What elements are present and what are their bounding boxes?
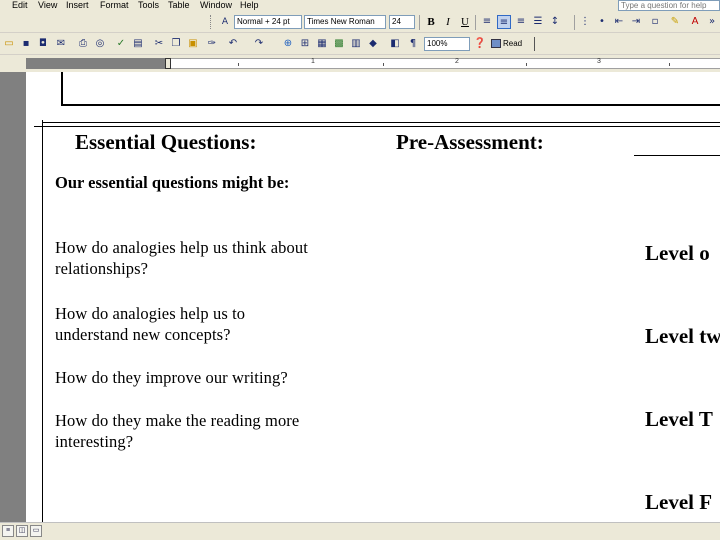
ruler-tick [383,63,384,66]
research-icon[interactable]: ▤ [131,37,145,51]
bold-button[interactable]: B [424,15,438,29]
border-icon[interactable]: ▫ [648,15,662,29]
level-label: Level F [645,490,713,514]
font-size-combo[interactable]: 24 [389,15,415,29]
font-color-icon[interactable]: A [688,15,702,29]
previous-table-box [61,72,720,106]
paste-icon[interactable]: ▣ [186,37,200,51]
open-icon[interactable]: ▭ [2,37,16,51]
ruler-number: 1 [311,58,315,65]
align-left-icon[interactable]: ≡ [480,15,494,29]
format-painter-icon[interactable]: ✑ [205,37,219,51]
undo-icon[interactable]: ↶ [226,37,240,51]
permission-icon[interactable]: ◘ [36,37,50,51]
help-icon[interactable]: ❓ [473,37,487,51]
numbering-icon[interactable]: ⋮ [578,15,592,29]
tables-borders-icon[interactable]: ⊞ [298,37,312,51]
toolbar-end[interactable] [534,37,537,51]
normal-view-icon[interactable]: ≡ [2,525,14,537]
align-center-icon[interactable]: ≡ [497,15,511,29]
menu-edit[interactable]: Edit [12,0,28,11]
save-icon[interactable]: ▪ [19,37,33,51]
ruler-number: 2 [455,58,459,65]
menu-tools[interactable]: Tools [138,0,159,11]
spelling-icon[interactable]: ✓ [114,37,128,51]
zoom-combo[interactable]: 100% [424,37,470,51]
toolbar-options-icon[interactable]: » [705,15,719,29]
question-item: How do analogies help us think about rel… [55,238,308,278]
decrease-indent-icon[interactable]: ⇤ [612,15,626,29]
copy-icon[interactable]: ❐ [169,37,183,51]
question-item: How do analogies help us to understand n… [55,304,246,344]
ruler-tick [526,63,527,66]
separator [475,15,476,30]
cut-icon[interactable]: ✂ [152,37,166,51]
toolbar-grip[interactable] [210,15,213,29]
menu-table[interactable]: Table [168,0,190,11]
style-combo[interactable]: Normal + 24 pt [234,15,302,29]
menu-view[interactable]: View [38,0,57,11]
redo-icon[interactable]: ↷ [252,37,266,51]
help-search-input[interactable]: Type a question for help [618,0,720,11]
line-spacing-icon[interactable]: ↕ [548,15,562,29]
increase-indent-icon[interactable]: ⇥ [629,15,643,29]
drawing-icon[interactable]: ◆ [366,37,380,51]
underline-button[interactable]: U [458,15,472,29]
ruler-body [166,58,720,69]
document-map-icon[interactable]: ◧ [388,37,402,51]
bullets-icon[interactable]: • [595,15,609,29]
vertical-ruler [0,72,26,522]
justify-icon[interactable]: ☰ [531,15,545,29]
web-layout-icon[interactable]: ◫ [16,525,28,537]
hyperlink-icon[interactable]: ⊕ [281,37,295,51]
insert-table-icon[interactable]: ▦ [315,37,329,51]
document-page[interactable]: Essential Questions: Pre-Assessment: Our… [26,72,720,522]
standard-toolbar: ▭ ▪ ◘ ✉ ⎙ ◎ ✓ ▤ ✂ ❐ ▣ ✑ ↶ ↷ ⊕ ⊞ ▦ ▩ ▥ ◆ … [0,33,720,55]
menu-bar: Edit View Insert Format Tools Table Wind… [0,0,720,12]
separator [574,15,575,30]
highlight-icon[interactable]: ✎ [668,15,682,29]
email-icon[interactable]: ✉ [54,37,68,51]
indent-marker[interactable] [165,58,171,69]
read-button[interactable]: Read [491,37,522,51]
level-label: Level o [645,241,710,265]
question-item: How do they make the reading more intere… [55,411,300,451]
underline-blank [634,155,720,156]
ruler-number: 3 [597,58,601,65]
ruler-margin [26,58,166,69]
table-border [34,126,720,127]
insert-excel-icon[interactable]: ▩ [332,37,346,51]
essential-questions-heading: Essential Questions: [75,130,257,154]
menu-format[interactable]: Format [100,0,129,11]
book-icon [491,39,501,49]
table-border [42,122,720,123]
pre-assessment-heading: Pre-Assessment: [396,130,544,154]
menu-window[interactable]: Window [200,0,232,11]
columns-icon[interactable]: ▥ [349,37,363,51]
separator [419,15,420,30]
font-combo[interactable]: Times New Roman [304,15,386,29]
level-label: Level T [645,407,713,431]
ruler-tick [238,63,239,66]
horizontal-scrollbar[interactable]: ≡ ◫ ▭ [0,522,720,540]
ruler-tick [669,63,670,66]
menu-insert[interactable]: Insert [66,0,89,11]
horizontal-ruler: 1 2 3 [0,55,720,72]
print-icon[interactable]: ⎙ [76,37,90,51]
formatting-toolbar: A Normal + 24 pt Times New Roman 24 B I … [0,12,720,33]
table-border [42,120,43,522]
read-label: Read [503,39,523,48]
level-label: Level tw [645,324,720,348]
print-preview-icon[interactable]: ◎ [93,37,107,51]
align-right-icon[interactable]: ≡ [514,15,528,29]
intro-text: Our essential questions might be: [55,173,290,192]
question-item: How do they improve our writing? [55,368,288,387]
italic-button[interactable]: I [441,15,455,29]
print-layout-icon[interactable]: ▭ [30,525,42,537]
menu-help[interactable]: Help [240,0,259,11]
show-hide-icon[interactable]: ¶ [406,37,420,51]
styles-icon[interactable]: A [218,15,232,29]
